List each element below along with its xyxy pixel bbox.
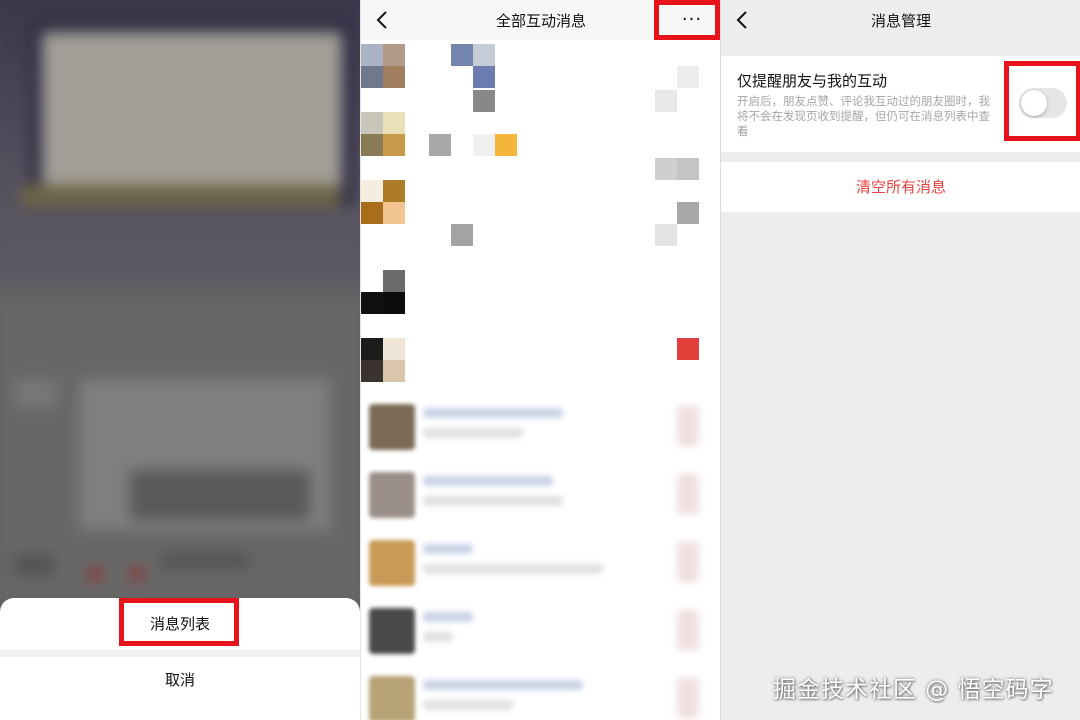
list-item[interactable] [361, 398, 721, 466]
pixel-block [677, 202, 699, 224]
pixel-block [451, 44, 473, 66]
avatar[interactable] [361, 44, 383, 66]
clear-all-messages-button[interactable]: 清空所有消息 [721, 162, 1080, 212]
highlight-box-message-list [119, 598, 239, 646]
option-description: 开启后，朋友点赞、评论我互动过的朋友圈时，我将不会在发现页收到提醒，但仍可在消息… [737, 94, 990, 138]
page-title: 消息管理 [870, 12, 931, 30]
avatar-tile [383, 360, 405, 382]
avatar-tile [383, 134, 405, 156]
cancel-button[interactable]: 取消 [0, 669, 360, 690]
panel-moments-feed: 消息列表 取消 [0, 0, 360, 720]
avatar-tile [361, 292, 383, 314]
avatar-tile [361, 202, 383, 224]
nav-bar: 消息管理 [721, 0, 1080, 40]
avatar-tile [361, 180, 383, 202]
list-item[interactable] [361, 534, 721, 602]
avatar-tile [383, 112, 405, 134]
option-title: 仅提醒朋友与我的互动 [737, 72, 888, 90]
avatar-tile [383, 292, 405, 314]
avatar[interactable] [361, 112, 383, 134]
pixel-block [655, 90, 677, 112]
pixel-block [655, 224, 677, 246]
pixel-block [495, 134, 517, 156]
highlight-box-more [654, 0, 720, 40]
pixel-block [677, 158, 699, 180]
pixel-block [473, 90, 495, 112]
watermark: 掘金技术社区 @ 悟空码字 [773, 677, 1054, 703]
panel-all-interactions: 全部互动消息 ··· [360, 0, 721, 720]
pixel-block [451, 224, 473, 246]
avatar-tile [361, 134, 383, 156]
pixel-block [655, 158, 677, 180]
avatar[interactable] [383, 180, 405, 202]
pixel-block [429, 134, 451, 156]
sheet-divider [0, 650, 360, 657]
avatar-tile [383, 202, 405, 224]
avatar-tile [383, 66, 405, 88]
avatar-tile [383, 44, 405, 66]
pixel-block [473, 134, 495, 156]
pixel-block [473, 66, 495, 88]
panel-message-settings: 消息管理 仅提醒朋友与我的互动 开启后，朋友点赞、评论我互动过的朋友圈时，我将不… [720, 0, 1080, 720]
highlight-box-toggle [1004, 61, 1080, 141]
avatar-tile [383, 338, 405, 360]
avatar-tile [361, 66, 383, 88]
pixel-block [677, 338, 699, 360]
avatar-tile [361, 360, 383, 382]
list-item[interactable] [361, 602, 721, 670]
avatar[interactable] [383, 270, 405, 292]
list-item[interactable] [361, 466, 721, 534]
pixel-block [473, 44, 495, 66]
avatar[interactable] [361, 338, 383, 360]
pixel-block [677, 66, 699, 88]
list-item[interactable] [361, 670, 721, 720]
